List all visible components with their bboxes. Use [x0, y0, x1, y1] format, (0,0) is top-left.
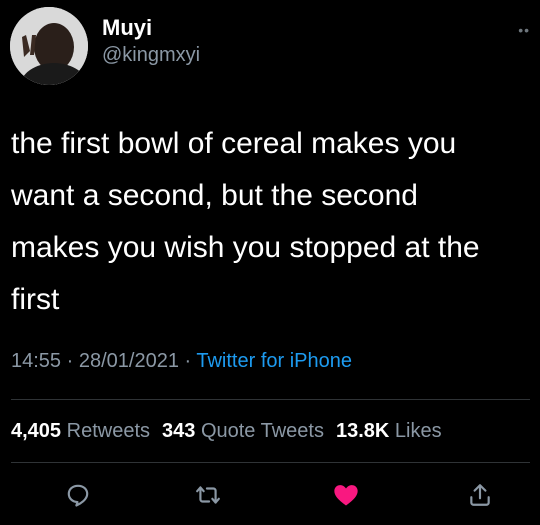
reply-icon	[67, 484, 89, 507]
quotes-label: Quote Tweets	[200, 420, 324, 442]
retweet-button[interactable]	[188, 475, 228, 515]
likes-stat[interactable]: 13.8K Likes	[336, 420, 442, 442]
share-icon	[470, 484, 490, 506]
tweet-time[interactable]: 14:55	[11, 350, 61, 372]
likes-count: 13.8K	[335, 420, 390, 442]
more-options-icon[interactable]: ••	[518, 22, 530, 38]
user-names: Muyi @kingmxyi	[102, 15, 200, 69]
action-bar	[0, 475, 540, 515]
retweets-count: 4,405	[11, 420, 62, 442]
tweet-source[interactable]: Twitter for iPhone	[196, 350, 352, 372]
retweet-icon	[196, 486, 220, 504]
tweet-text-line: want a second, but the second	[11, 179, 418, 212]
avatar-image	[10, 7, 88, 85]
likes-label: Likes	[394, 420, 442, 442]
quotes-count: 343	[162, 420, 196, 442]
tweet-text-line: the first bowl of cereal makes you	[11, 127, 457, 160]
meta-separator: ·	[61, 350, 79, 372]
tweet-date[interactable]: 28/01/2021	[79, 350, 179, 372]
divider	[11, 399, 530, 400]
divider	[11, 462, 530, 463]
tweet-meta: 14:55 · 28/01/2021 · Twitter for iPhone	[11, 350, 352, 373]
reply-button[interactable]	[58, 475, 98, 515]
heart-icon	[334, 485, 358, 506]
share-button[interactable]	[460, 475, 500, 515]
tweet-stats: 4,405 Retweets 343 Quote Tweets 13.8K Like…	[11, 420, 442, 443]
quotes-stat[interactable]: 343 Quote Tweets	[162, 420, 324, 442]
tweet-header: Muyi @kingmxyi	[10, 7, 200, 85]
avatar[interactable]	[10, 7, 88, 85]
tweet-text-line: makes you wish you stopped at the	[11, 231, 480, 264]
user-handle[interactable]: @kingmxyi	[102, 41, 200, 69]
tweet-text-line: first	[11, 283, 60, 316]
tweet-text: the first bowl of cereal makes you want …	[11, 118, 526, 326]
display-name[interactable]: Muyi	[102, 15, 200, 41]
retweets-label: Retweets	[66, 420, 150, 442]
tweet-card: Muyi @kingmxyi •• the first bowl of cere…	[0, 0, 540, 525]
meta-separator: ·	[178, 350, 197, 372]
retweets-stat[interactable]: 4,405 Retweets	[11, 420, 150, 442]
like-button[interactable]	[326, 475, 366, 515]
